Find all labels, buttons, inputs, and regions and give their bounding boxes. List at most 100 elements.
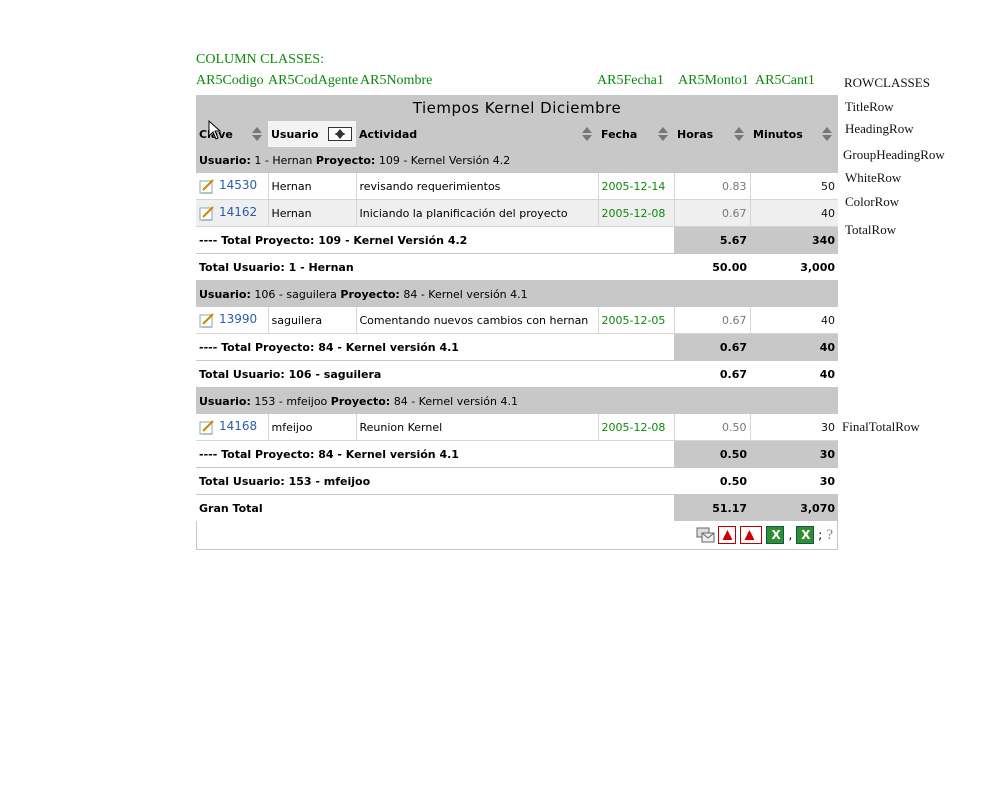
- export-toolbar: , ; ?: [196, 521, 838, 550]
- cell-usuario: saguilera: [267, 307, 356, 334]
- header-actividad[interactable]: Actividad: [356, 121, 598, 147]
- cell-clave: 14530: [196, 173, 268, 200]
- cell-minutos: 40: [749, 199, 838, 227]
- project-total-horas: 0.50: [674, 440, 750, 468]
- sort-icon[interactable]: [822, 127, 832, 141]
- row-class-heading: HeadingRow: [845, 121, 914, 136]
- edit-icon[interactable]: [199, 313, 215, 328]
- report: Tiempos Kernel Diciembre Clave Usuario A…: [196, 95, 838, 550]
- header-horas[interactable]: Horas: [674, 121, 750, 147]
- edit-icon[interactable]: [199, 420, 215, 435]
- project-total-horas: 0.67: [674, 333, 750, 361]
- pdf-landscape-icon[interactable]: [740, 526, 763, 544]
- cell-minutos: 40: [749, 307, 838, 334]
- cell-clave: 13990: [196, 307, 268, 334]
- project-total-horas: 5.67: [674, 226, 750, 254]
- clave-link[interactable]: 13990: [219, 312, 257, 326]
- clave-link[interactable]: 14162: [219, 205, 257, 219]
- report-title: Tiempos Kernel Diciembre: [196, 95, 838, 121]
- header-minutos-label: Minutos: [753, 127, 803, 141]
- header-fecha-label: Fecha: [601, 127, 638, 141]
- row-class-color: ColorRow: [845, 194, 900, 209]
- group-project-label: Proyecto:: [315, 153, 376, 167]
- final-total-row: Gran Total 51.17 3,070: [196, 494, 838, 521]
- project-total-label: ---- Total Proyecto: 84 - Kernel versión…: [196, 440, 674, 468]
- group-heading-row: Usuario: 153 - mfeijoo Proyecto: 84 - Ke…: [196, 387, 838, 414]
- column-class-monto1: AR5Monto1: [678, 73, 749, 88]
- project-total-row: ---- Total Proyecto: 84 - Kernel versión…: [196, 333, 838, 361]
- cell-usuario: Hernan: [267, 199, 356, 227]
- cell-horas: 0.83: [673, 173, 750, 200]
- row-class-title: TitleRow: [845, 99, 894, 114]
- sort-active-icon[interactable]: [328, 127, 352, 141]
- header-minutos[interactable]: Minutos: [750, 121, 838, 147]
- header-clave[interactable]: Clave: [196, 121, 268, 147]
- edit-icon[interactable]: [199, 206, 215, 221]
- user-total-minutos: 40: [750, 360, 838, 388]
- group-project: 84 - Kernel versión 4.1: [393, 394, 518, 408]
- project-total-minutos: 40: [750, 333, 838, 361]
- user-total-horas: 0.50: [674, 467, 750, 495]
- excel-separator-semicolon: ;: [818, 528, 823, 542]
- grand-total-label: Gran Total: [196, 494, 674, 521]
- cell-actividad: Iniciando la planificación del proyecto: [355, 199, 598, 227]
- clave-link[interactable]: 14530: [219, 178, 257, 192]
- header-fecha[interactable]: Fecha: [598, 121, 674, 147]
- sort-icon[interactable]: [252, 127, 262, 141]
- cell-actividad: revisando requerimientos: [355, 173, 598, 200]
- cell-fecha: 2005-12-14: [597, 173, 674, 200]
- column-class-nombre: AR5Nombre: [360, 73, 433, 88]
- project-total-row: ---- Total Proyecto: 109 - Kernel Versió…: [196, 226, 838, 254]
- column-class-codagente: AR5CodAgente: [268, 73, 359, 88]
- group-project-label: Proyecto:: [340, 287, 400, 301]
- project-total-row: ---- Total Proyecto: 84 - Kernel versión…: [196, 440, 838, 468]
- help-icon[interactable]: ?: [826, 527, 833, 544]
- group-user-label: Usuario:: [199, 287, 251, 301]
- header-usuario[interactable]: Usuario: [268, 121, 356, 147]
- cell-fecha: 2005-12-05: [597, 307, 674, 334]
- pdf-icon[interactable]: [718, 526, 737, 544]
- project-total-minutos: 30: [750, 440, 838, 468]
- sort-icon[interactable]: [658, 127, 668, 141]
- table-row: 14162 Hernan Iniciando la planificación de…: [196, 199, 838, 227]
- excel-csv-icon[interactable]: [796, 526, 815, 544]
- group-project: 84 - Kernel versión 4.1: [403, 287, 528, 301]
- group-heading-row: Usuario: 1 - Hernan Proyecto: 109 - Kern…: [196, 147, 838, 173]
- header-horas-label: Horas: [677, 127, 714, 141]
- report-body: Usuario: 1 - Hernan Proyecto: 109 - Kern…: [196, 147, 838, 495]
- group-heading-row: Usuario: 106 - saguilera Proyecto: 84 - …: [196, 280, 838, 307]
- excel-icon[interactable]: [766, 526, 785, 544]
- sort-icon[interactable]: [582, 127, 592, 141]
- user-total-label: Total Usuario: 153 - mfeijoo: [196, 467, 674, 495]
- row-class-finaltotal: FinalTotalRow: [842, 419, 920, 434]
- title-row: Tiempos Kernel Diciembre: [196, 95, 838, 121]
- group-user: 106 - saguilera: [254, 287, 337, 301]
- sort-icon[interactable]: [734, 127, 744, 141]
- email-icon[interactable]: [696, 526, 715, 544]
- project-total-label: ---- Total Proyecto: 109 - Kernel Versió…: [196, 226, 674, 254]
- cell-clave: 14168: [196, 414, 268, 441]
- cell-usuario: mfeijoo: [267, 414, 356, 441]
- cell-horas: 0.50: [673, 414, 750, 441]
- cell-horas: 0.67: [673, 307, 750, 334]
- table-row: 13990 saguilera Comentando nuevos cambios …: [196, 307, 838, 334]
- grand-total-horas: 51.17: [674, 494, 750, 521]
- clave-link[interactable]: 14168: [219, 419, 257, 433]
- user-total-minutos: 30: [750, 467, 838, 495]
- excel-separator-comma: ,: [788, 528, 793, 542]
- group-heading-cell: Usuario: 153 - mfeijoo Proyecto: 84 - Ke…: [196, 387, 838, 414]
- table-row: 14168 mfeijoo Reunion Kernel 2005-12-08 0.50…: [196, 414, 838, 441]
- column-classes-title: COLUMN CLASSES:: [196, 52, 324, 67]
- edit-icon[interactable]: [199, 179, 215, 194]
- report-table: Tiempos Kernel Diciembre Clave Usuario A…: [196, 95, 838, 521]
- cell-clave: 14162: [196, 199, 268, 227]
- group-user-label: Usuario:: [199, 153, 251, 167]
- cell-minutos: 50: [749, 173, 838, 200]
- group-user: 1 - Hernan: [254, 153, 313, 167]
- column-class-cant1: AR5Cant1: [755, 73, 815, 88]
- cell-fecha: 2005-12-08: [597, 199, 674, 227]
- cell-minutos: 30: [749, 414, 838, 441]
- column-class-fecha1: AR5Fecha1: [597, 73, 664, 88]
- user-total-minutos: 3,000: [750, 253, 838, 281]
- cell-horas: 0.67: [673, 199, 750, 227]
